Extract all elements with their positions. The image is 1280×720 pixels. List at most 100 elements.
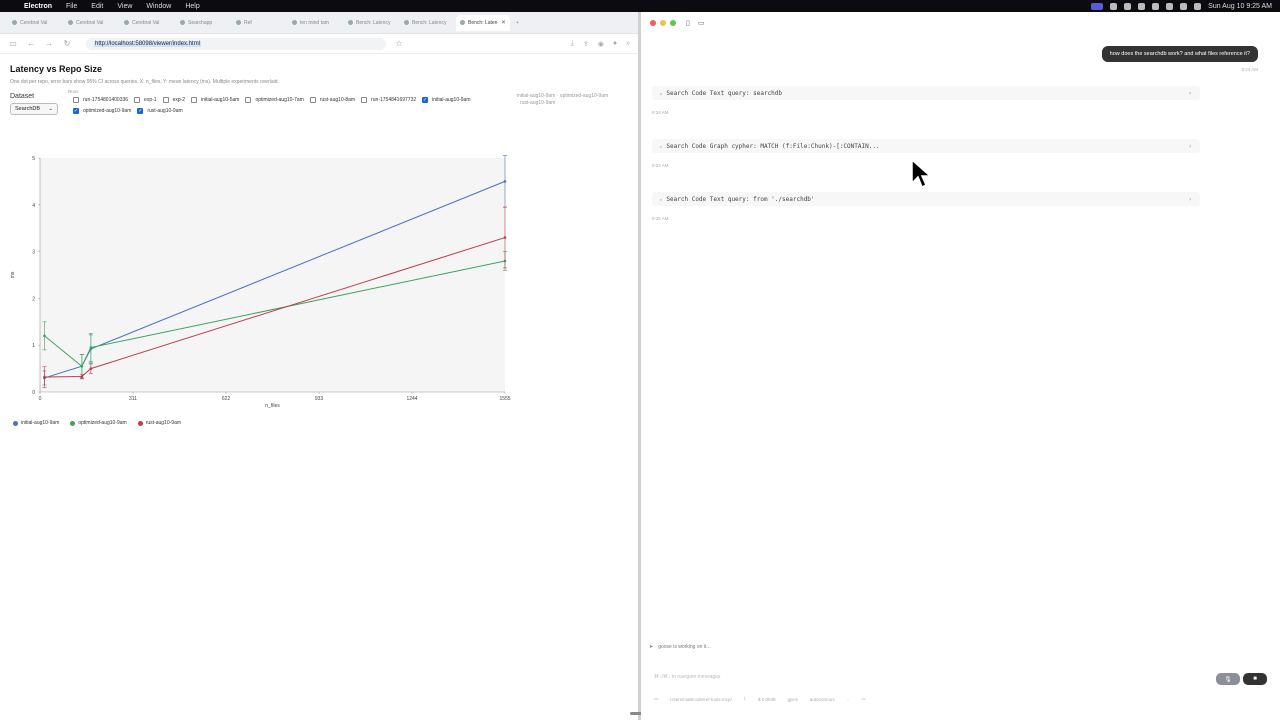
close-window-icon[interactable]: [650, 20, 656, 26]
working-directory[interactable]: Users/matt/code/ref-tools-mcp/: [670, 697, 732, 702]
new-window-icon[interactable]: ▭: [698, 19, 705, 27]
checkbox-box[interactable]: ✓: [422, 97, 429, 103]
dataset-select[interactable]: SearchDB ⌄: [10, 103, 58, 115]
microphone-button[interactable]: 🎙: [1216, 673, 1240, 685]
browser-tab[interactable]: Cerebral Val: [64, 15, 118, 31]
menu-window[interactable]: Window: [146, 3, 171, 10]
settings-icon[interactable]: ◌: [847, 697, 850, 702]
sidebar-icon[interactable]: ▯: [686, 19, 690, 27]
tab-label: Bench: Laten: [468, 19, 498, 26]
tool-call-label: Search Code Text query: searchdb: [666, 89, 783, 97]
data-point: [43, 375, 46, 379]
status-icon[interactable]: [1152, 2, 1160, 10]
status-icon[interactable]: [1138, 2, 1146, 10]
y-axis-label: ms: [10, 271, 16, 278]
tab-favicon-icon: [180, 20, 185, 25]
checkbox-box[interactable]: [162, 97, 169, 103]
extension-icon[interactable]: ◉: [598, 40, 604, 48]
run-checkbox[interactable]: ✓ initial-aug10-9am: [422, 97, 471, 103]
profile-icon[interactable]: ●: [613, 40, 617, 48]
menu-bar: Electron File Edit View Window Help Sun …: [0, 0, 1280, 12]
checkbox-box[interactable]: [73, 97, 79, 103]
model-selector[interactable]: gpt-5: [788, 697, 798, 702]
download-icon[interactable]: ⤓: [571, 40, 574, 48]
menu-file[interactable]: File: [66, 3, 77, 10]
run-checkbox[interactable]: exp-2: [162, 97, 185, 103]
message-timestamp: 9:24 AM: [1241, 67, 1258, 72]
new-tab-button[interactable]: +: [512, 15, 526, 31]
stop-button[interactable]: ■: [1243, 673, 1267, 685]
tab-label: Cerebral Val: [20, 19, 48, 26]
checkbox-box[interactable]: [191, 97, 198, 103]
browser-tab[interactable]: Cerebral Val: [8, 15, 62, 31]
data-point: [80, 364, 84, 368]
tab-favicon-icon: [404, 20, 409, 25]
run-checkbox[interactable]: exp-1: [134, 97, 157, 103]
tab-favicon-icon: [348, 20, 353, 25]
browser-tab[interactable]: Searchapp: [176, 15, 230, 31]
runs-list: run-1754801400336 exp-1 exp-2 initial-au…: [73, 97, 493, 114]
control-center-icon[interactable]: [1194, 2, 1202, 10]
run-checkbox[interactable]: optimized-aug10-7am: [245, 97, 304, 103]
page-subtitle: One dot per repo, error bars show 95% CI…: [10, 79, 279, 85]
checkbox-box[interactable]: [361, 97, 368, 103]
goose-icon: ➤: [649, 644, 654, 650]
checkbox-box[interactable]: [309, 97, 316, 103]
x-axis-label: n_files: [265, 403, 280, 409]
status-icon[interactable]: [1124, 2, 1132, 10]
menu-app-name[interactable]: Electron: [24, 3, 52, 10]
attach-icon[interactable]: ⌇: [744, 696, 746, 702]
maximize-window-icon[interactable]: [670, 20, 676, 26]
browser-window: Cerebral Val Cerebral Val Cerebral Val S…: [0, 12, 638, 720]
checkbox-box[interactable]: [245, 97, 252, 103]
url-field[interactable]: http://localhost:58098/viewer/index.html: [86, 37, 386, 50]
run-checkbox[interactable]: run-1754841697732: [361, 97, 416, 103]
battery-icon[interactable]: [1166, 2, 1174, 10]
checkbox-box[interactable]: [134, 97, 141, 103]
checkbox-box[interactable]: ✓: [73, 108, 79, 114]
more-icon[interactable]: »: [626, 40, 630, 48]
close-tab-icon[interactable]: ✕: [501, 19, 506, 26]
dataset-select-value: SearchDB: [15, 106, 41, 112]
data-point: [89, 367, 93, 370]
menu-help[interactable]: Help: [185, 3, 199, 10]
status-app-icon[interactable]: [1091, 2, 1104, 10]
tool-call-row[interactable]: ▸ Search Code Text query: from './searchd…: [652, 192, 1200, 206]
checkbox-box[interactable]: ✓: [137, 108, 144, 114]
tool-call-row[interactable]: ▸ Search Code Text query: searchdb ›: [652, 86, 1200, 100]
data-point: [43, 334, 46, 338]
folder-icon[interactable]: ▭: [654, 696, 658, 702]
browser-tab-active[interactable]: Bench: Laten ✕: [456, 14, 510, 31]
tool-call-row[interactable]: ▸ Search Code Graph cypher: MATCH (f:File…: [652, 139, 1200, 153]
mode-selector[interactable]: autonomous: [810, 697, 835, 702]
wifi-icon[interactable]: [1180, 2, 1188, 10]
browser-tab[interactable]: Bench: Latency: [400, 15, 454, 31]
menu-edit[interactable]: Edit: [91, 3, 103, 10]
browser-tab[interactable]: Cerebral Val: [120, 15, 174, 31]
latency-chart: 0 311 622 933 1244 1555 0 1 2 3 4 5 n_files ms: [10, 152, 512, 414]
x-tick-label: 933: [315, 396, 324, 402]
run-checkbox[interactable]: initial-aug10-5am: [191, 97, 239, 103]
browser-tab[interactable]: ten mind tam: [288, 15, 342, 31]
window-icon[interactable]: ▭: [861, 696, 865, 702]
chat-window: ▯ ▭ how does the searchdb work? and what…: [641, 12, 1280, 720]
reload-icon[interactable]: ↻: [62, 39, 72, 48]
run-checkbox[interactable]: rust-aug10-8am: [309, 97, 355, 103]
chat-toolbar: ▯ ▭: [686, 19, 704, 27]
minimize-window-icon[interactable]: [660, 20, 666, 26]
x-tick-label: 1244: [406, 396, 417, 402]
browser-tab[interactable]: Bench: Latency: [344, 15, 398, 31]
sidebar-toggle-icon[interactable]: ▭: [8, 39, 18, 48]
forward-icon[interactable]: →: [44, 39, 54, 48]
browser-tab[interactable]: Ref: [232, 15, 286, 31]
run-checkbox[interactable]: ✓ optimized-aug10-9am: [73, 108, 131, 114]
menu-clock[interactable]: Sun Aug 10 9:25 AM: [1208, 3, 1272, 10]
back-icon[interactable]: ←: [26, 39, 36, 48]
run-checkbox[interactable]: ✓ rust-aug10-9am: [137, 108, 183, 114]
share-icon[interactable]: ⇪: [583, 40, 589, 48]
address-bar: ▭ ← → ↻ http://localhost:58098/viewer/in…: [0, 34, 638, 54]
bookmark-star-icon[interactable]: ☆: [394, 39, 404, 48]
status-icon[interactable]: [1110, 2, 1118, 10]
run-checkbox[interactable]: run-1754801400336: [73, 97, 128, 103]
menu-view[interactable]: View: [117, 3, 132, 10]
